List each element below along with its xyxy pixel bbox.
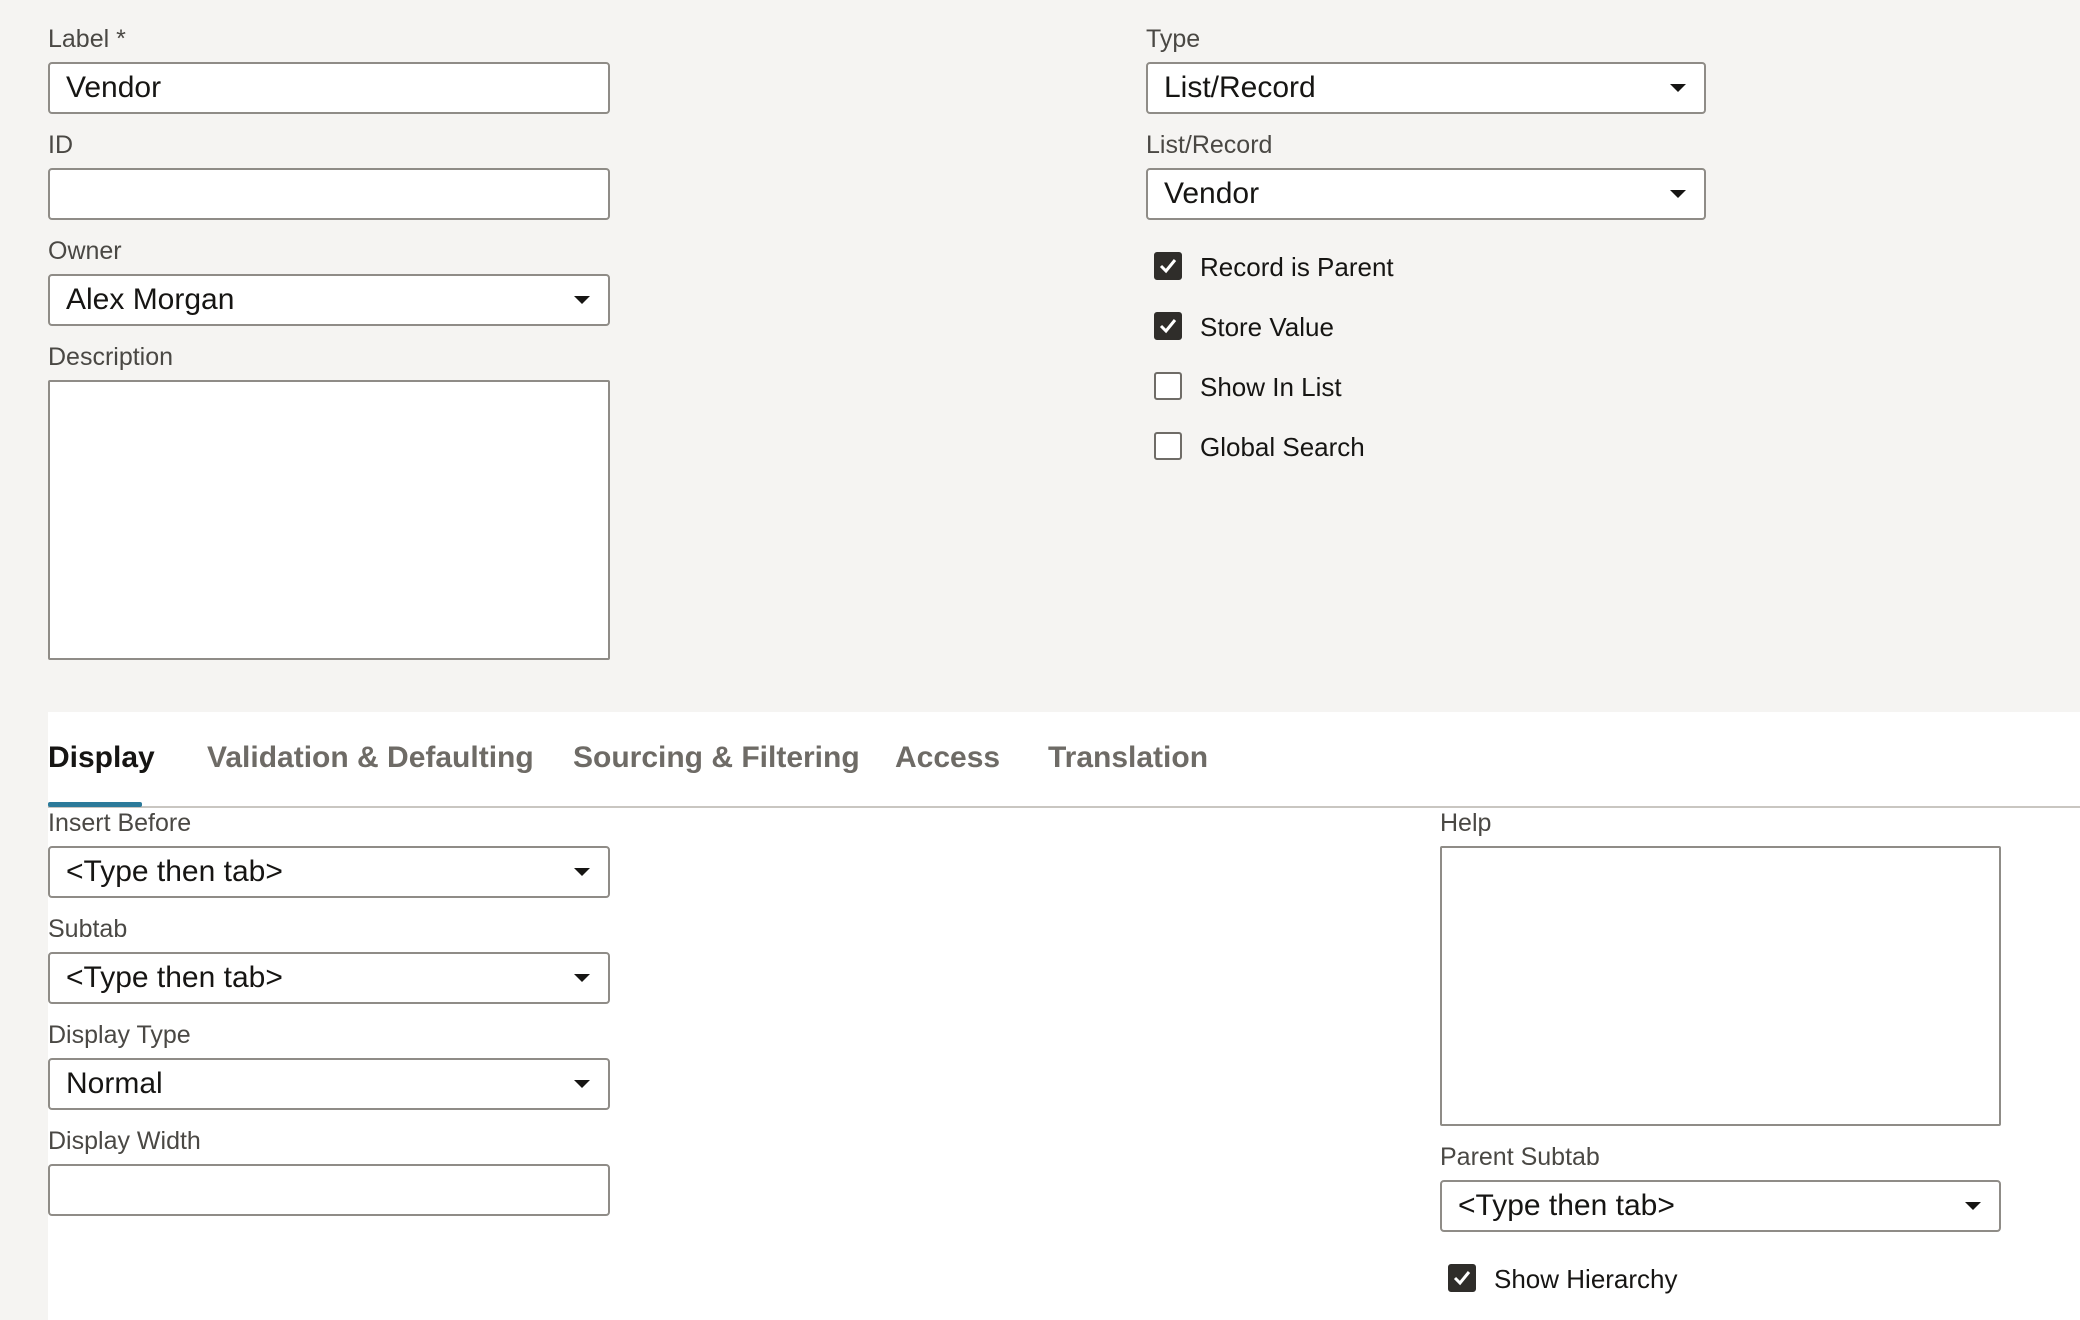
chevron-down-icon	[1670, 190, 1686, 198]
help-textarea[interactable]	[1440, 846, 2001, 1126]
subtab-label: Subtab	[48, 915, 128, 943]
show-hierarchy-label: Show Hierarchy	[1494, 1264, 1678, 1294]
global-search-checkbox[interactable]	[1154, 432, 1182, 460]
chevron-down-icon	[574, 1080, 590, 1088]
owner-select-value: Alex Morgan	[66, 283, 235, 316]
display-type-value: Normal	[66, 1067, 163, 1100]
parent-subtab-label: Parent Subtab	[1440, 1143, 1600, 1171]
checkmark-icon	[1453, 1271, 1471, 1286]
list-record-select-value: Vendor	[1164, 177, 1260, 210]
description-textarea[interactable]	[48, 380, 610, 660]
help-label: Help	[1440, 809, 1492, 837]
active-tab-indicator	[48, 802, 142, 807]
display-type-select[interactable]: Normal	[48, 1058, 610, 1110]
display-width-label: Display Width	[48, 1127, 201, 1155]
subtab-value: <Type then tab>	[66, 961, 283, 994]
insert-before-value: <Type then tab>	[66, 855, 283, 888]
parent-subtab-select[interactable]: <Type then tab>	[1440, 1180, 2001, 1232]
display-width-input[interactable]	[48, 1164, 610, 1216]
insert-before-select[interactable]: <Type then tab>	[48, 846, 610, 898]
type-select[interactable]: List/Record	[1146, 62, 1706, 114]
tab-validation-defaulting[interactable]: Validation & Defaulting	[207, 738, 534, 778]
owner-field-label: Owner	[48, 237, 122, 265]
description-field-label: Description	[48, 343, 174, 371]
tab-divider	[48, 806, 2080, 808]
type-select-value: List/Record	[1164, 71, 1316, 104]
chevron-down-icon	[1670, 84, 1686, 92]
show-in-list-label: Show In List	[1200, 372, 1342, 402]
list-record-select[interactable]: Vendor	[1146, 168, 1706, 220]
chevron-down-icon	[574, 868, 590, 876]
show-hierarchy-checkbox[interactable]	[1448, 1264, 1476, 1292]
tab-translation[interactable]: Translation	[1048, 738, 1208, 778]
parent-subtab-value: <Type then tab>	[1458, 1189, 1675, 1222]
show-in-list-checkbox[interactable]	[1154, 372, 1182, 400]
subtab-select[interactable]: <Type then tab>	[48, 952, 610, 1004]
list-record-field-label: List/Record	[1146, 131, 1273, 159]
tab-display[interactable]: Display	[48, 738, 155, 778]
checkmark-icon	[1159, 319, 1177, 334]
chevron-down-icon	[574, 296, 590, 304]
owner-select[interactable]: Alex Morgan	[48, 274, 610, 326]
label-field-label: Label *	[48, 25, 126, 53]
global-search-label: Global Search	[1200, 432, 1365, 462]
record-is-parent-checkbox[interactable]	[1154, 252, 1182, 280]
store-value-label: Store Value	[1200, 312, 1334, 342]
id-field-label: ID	[48, 131, 73, 159]
insert-before-label: Insert Before	[48, 809, 192, 837]
label-input[interactable]: Vendor	[48, 62, 610, 114]
display-type-label: Display Type	[48, 1021, 191, 1049]
tab-sourcing-filtering[interactable]: Sourcing & Filtering	[573, 738, 860, 778]
id-input[interactable]	[48, 168, 610, 220]
chevron-down-icon	[1965, 1202, 1981, 1210]
chevron-down-icon	[574, 974, 590, 982]
store-value-checkbox[interactable]	[1154, 312, 1182, 340]
record-is-parent-label: Record is Parent	[1200, 252, 1394, 282]
type-field-label: Type	[1146, 25, 1201, 53]
tab-access[interactable]: Access	[895, 738, 1000, 778]
checkmark-icon	[1159, 259, 1177, 274]
